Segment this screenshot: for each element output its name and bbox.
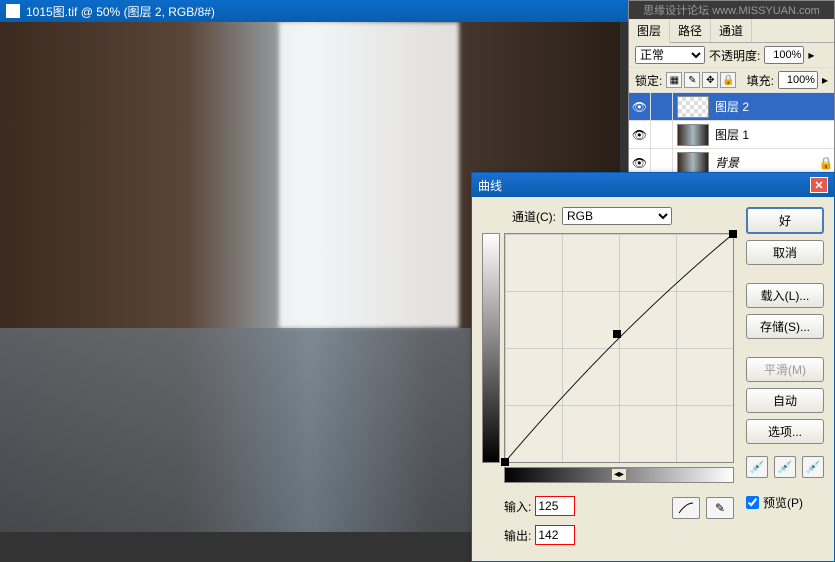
curve-point[interactable] bbox=[613, 330, 621, 338]
load-button[interactable]: 载入(L)... bbox=[746, 283, 824, 308]
layer-thumbnail bbox=[677, 124, 709, 146]
eye-icon: 👁 bbox=[632, 156, 647, 170]
curves-dialog: 曲线 ✕ 通道(C): RGB bbox=[471, 172, 835, 562]
layer-item[interactable]: 👁 图层 1 bbox=[629, 121, 834, 149]
lock-brush-icon[interactable]: ✎ bbox=[684, 72, 700, 88]
layers-panel: 思缘设计论坛 www.MISSYUAN.com 图层 路径 通道 正常 不透明度… bbox=[628, 0, 835, 178]
gradient-toggle-icon[interactable]: ◂▸ bbox=[612, 469, 626, 480]
tab-paths[interactable]: 路径 bbox=[670, 19, 711, 42]
input-label: 输入: bbox=[504, 498, 531, 515]
link-cell[interactable] bbox=[651, 121, 673, 149]
save-button[interactable]: 存储(S)... bbox=[746, 314, 824, 339]
watermark: 思缘设计论坛 www.MISSYUAN.com bbox=[629, 1, 834, 19]
dialog-titlebar[interactable]: 曲线 ✕ bbox=[472, 173, 834, 197]
opacity-arrow-icon[interactable]: ▸ bbox=[808, 48, 814, 62]
visibility-toggle[interactable]: 👁 bbox=[629, 121, 651, 149]
preview-checkbox[interactable] bbox=[746, 496, 759, 509]
output-value[interactable] bbox=[535, 525, 575, 545]
opacity-input[interactable] bbox=[764, 46, 804, 64]
black-eyedropper-icon[interactable]: 💉 bbox=[746, 456, 768, 478]
smooth-button: 平滑(M) bbox=[746, 357, 824, 382]
curve-path bbox=[505, 234, 733, 462]
layer-thumbnail bbox=[677, 152, 709, 174]
preview-label: 预览(P) bbox=[763, 494, 803, 511]
eye-icon: 👁 bbox=[632, 128, 647, 142]
curve-tool-button[interactable] bbox=[672, 497, 700, 519]
ok-button[interactable]: 好 bbox=[746, 207, 824, 234]
pencil-tool-button[interactable]: ✎ bbox=[706, 497, 734, 519]
vertical-gradient bbox=[482, 233, 500, 463]
fill-label: 填充: bbox=[747, 72, 774, 89]
gray-eyedropper-icon[interactable]: 💉 bbox=[774, 456, 796, 478]
panel-tabs: 图层 路径 通道 bbox=[629, 19, 834, 43]
close-button[interactable]: ✕ bbox=[810, 177, 828, 193]
lock-icon: 🔒 bbox=[818, 156, 834, 170]
dialog-title: 曲线 bbox=[478, 177, 502, 194]
document-icon bbox=[6, 4, 20, 18]
channel-label: 通道(C): bbox=[512, 208, 556, 225]
fill-input[interactable] bbox=[778, 71, 818, 89]
tab-channels[interactable]: 通道 bbox=[711, 19, 752, 42]
document-title: 1015图.tif @ 50% (图层 2, RGB/8#) bbox=[26, 3, 215, 20]
lock-move-icon[interactable]: ✥ bbox=[702, 72, 718, 88]
tab-layers[interactable]: 图层 bbox=[629, 19, 670, 43]
output-label: 输出: bbox=[504, 527, 531, 544]
lock-transparent-icon[interactable]: ▦ bbox=[666, 72, 682, 88]
lock-label: 锁定: bbox=[635, 72, 662, 89]
blend-mode-select[interactable]: 正常 bbox=[635, 46, 705, 64]
eye-icon: 👁 bbox=[632, 100, 647, 114]
options-button[interactable]: 选项... bbox=[746, 419, 824, 444]
visibility-toggle[interactable]: 👁 bbox=[629, 93, 651, 121]
lock-all-icon[interactable]: 🔒 bbox=[720, 72, 736, 88]
layer-list: 👁 图层 2 👁 图层 1 👁 背景 🔒 bbox=[629, 93, 834, 177]
layer-name[interactable]: 背景 bbox=[713, 154, 818, 171]
cancel-button[interactable]: 取消 bbox=[746, 240, 824, 265]
layer-item[interactable]: 👁 图层 2 bbox=[629, 93, 834, 121]
auto-button[interactable]: 自动 bbox=[746, 388, 824, 413]
white-eyedropper-icon[interactable]: 💉 bbox=[802, 456, 824, 478]
opacity-label: 不透明度: bbox=[709, 47, 760, 64]
layer-name[interactable]: 图层 1 bbox=[713, 126, 834, 143]
link-cell[interactable] bbox=[651, 93, 673, 121]
layer-thumbnail bbox=[677, 96, 709, 118]
fill-arrow-icon[interactable]: ▸ bbox=[822, 73, 828, 87]
input-value[interactable] bbox=[535, 496, 575, 516]
layer-name[interactable]: 图层 2 bbox=[713, 98, 834, 115]
channel-select[interactable]: RGB bbox=[562, 207, 672, 225]
curve-point[interactable] bbox=[501, 458, 509, 466]
curve-point[interactable] bbox=[729, 230, 737, 238]
curve-grid[interactable] bbox=[504, 233, 734, 463]
horizontal-gradient[interactable]: ◂▸ bbox=[504, 467, 734, 483]
